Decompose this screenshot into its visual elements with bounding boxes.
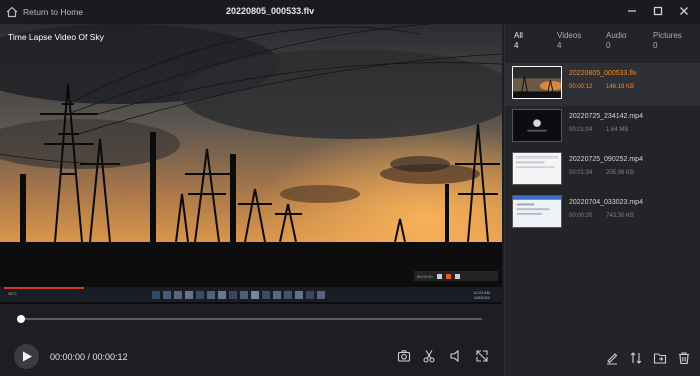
tab-videos-label: Videos	[557, 31, 582, 40]
file-thumbnail	[512, 66, 562, 99]
file-size: 146.19 KB	[606, 84, 635, 90]
screenshot-button[interactable]	[397, 349, 411, 363]
file-name: 20220805_000533.flv	[569, 70, 637, 77]
file-name: 20220725_090252.mp4	[569, 156, 643, 163]
stop-icon	[445, 273, 451, 279]
taskbar-app-icons	[152, 291, 325, 299]
playback-progress-bar[interactable]	[17, 315, 482, 323]
file-list: 20220805_000533.flv 00:00:12 146.19 KB 2…	[505, 63, 700, 235]
tab-all-label: All	[514, 31, 523, 40]
minimize-button[interactable]	[626, 4, 638, 18]
media-filter-tabs: All 4 Videos 4 Audio 0 Pictures 0	[505, 31, 700, 57]
file-size: 1.64 MB	[606, 127, 629, 133]
tab-pictures[interactable]: Pictures 0	[653, 31, 682, 51]
volume-button[interactable]	[449, 349, 463, 363]
file-item[interactable]: 20220725_234142.mp4 00:01:04 1.64 MB	[505, 106, 700, 149]
file-name: 20220725_234142.mp4	[569, 113, 643, 120]
file-duration: 00:01:04	[569, 127, 593, 133]
tab-all[interactable]: All 4	[514, 31, 523, 51]
return-home-button[interactable]: Return to Home	[6, 5, 83, 19]
sort-button[interactable]	[629, 351, 643, 365]
scissors-icon	[423, 350, 435, 363]
file-actions-toolbar	[605, 351, 691, 365]
minimize-icon	[628, 10, 636, 12]
title-bar: Return to Home 20220805_000533.flv	[0, 0, 700, 24]
return-home-label: Return to Home	[23, 7, 83, 17]
taskbar-clock: 12:03 AM 8/5/2022	[473, 290, 490, 300]
taskbar-progress-line	[4, 287, 84, 289]
file-duration: 00:00:20	[569, 213, 593, 219]
fullscreen-icon	[476, 350, 488, 362]
tab-audio[interactable]: Audio 0	[606, 31, 626, 51]
rename-icon	[607, 353, 618, 365]
trash-icon	[679, 352, 689, 365]
file-item[interactable]: 20220704_033023.mp4 00:00:20 743.30 KB	[505, 192, 700, 235]
file-thumbnail	[512, 152, 562, 185]
tab-audio-label: Audio	[606, 31, 627, 40]
close-button[interactable]	[678, 4, 690, 18]
file-item[interactable]: 20220805_000533.flv 00:00:12 146.19 KB	[505, 63, 700, 106]
tab-all-count: 4	[514, 41, 519, 50]
camera-icon	[397, 350, 411, 362]
tab-videos[interactable]: Videos 4	[557, 31, 581, 51]
tab-pictures-label: Pictures	[653, 31, 682, 40]
folder-icon	[653, 353, 667, 364]
recorder-mini-time: 00:00:00	[417, 273, 433, 279]
time-display: 00:00:00 / 00:00:12	[50, 352, 128, 362]
delete-button[interactable]	[677, 351, 691, 365]
play-button[interactable]	[14, 344, 39, 369]
open-folder-button[interactable]	[653, 351, 667, 365]
file-name: 20220704_033023.mp4	[569, 199, 643, 206]
file-size: 743.30 KB	[606, 213, 635, 219]
rename-button[interactable]	[605, 351, 619, 365]
taskbar-weather: 28°C	[8, 291, 17, 296]
video-frame	[0, 24, 502, 304]
trim-button[interactable]	[422, 349, 436, 363]
recorder-mini-controls: 00:00:00	[414, 271, 498, 281]
maximize-button[interactable]	[652, 4, 664, 18]
window-title: 20220805_000533.flv	[226, 6, 315, 16]
file-item[interactable]: 20220725_090252.mp4 00:01:34 205.96 KB	[505, 149, 700, 192]
file-duration: 00:01:34	[569, 170, 593, 176]
fullscreen-button[interactable]	[475, 349, 489, 363]
maximize-icon	[653, 6, 663, 16]
pause-icon	[436, 273, 442, 279]
progress-handle[interactable]	[17, 315, 25, 323]
tab-videos-count: 4	[557, 41, 562, 50]
file-thumbnail	[512, 195, 562, 228]
file-thumbnail	[512, 109, 562, 142]
file-size: 205.96 KB	[606, 170, 635, 176]
media-list-panel: All 4 Videos 4 Audio 0 Pictures 0 202208…	[504, 24, 700, 376]
tab-pictures-count: 0	[653, 41, 658, 50]
play-icon	[23, 351, 32, 362]
close-icon	[680, 7, 688, 15]
camera-icon	[454, 273, 460, 279]
taskbar-date: 8/5/2022	[474, 295, 490, 300]
video-overlay-title: Time Lapse Video Of Sky	[8, 32, 104, 42]
tab-audio-count: 0	[606, 41, 611, 50]
video-preview[interactable]: Time Lapse Video Of Sky 00:00:00 28°C 12…	[0, 24, 502, 304]
sort-icon	[630, 352, 642, 364]
file-duration: 00:00:12	[569, 84, 593, 90]
volume-icon	[450, 349, 459, 363]
recorded-taskbar: 28°C 12:03 AM 8/5/2022	[0, 287, 502, 302]
home-icon	[6, 6, 18, 18]
